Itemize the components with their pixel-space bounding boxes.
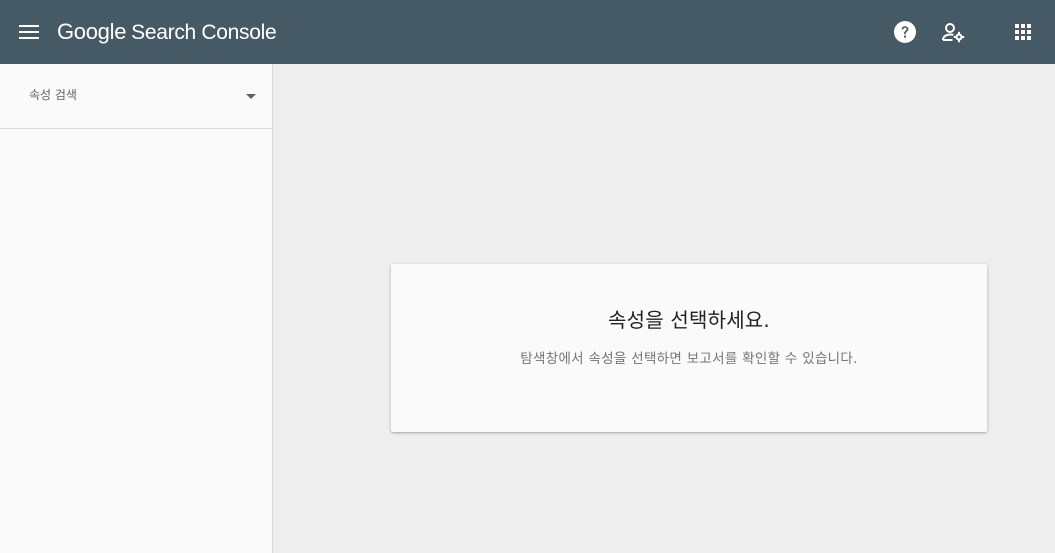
google-apps-button[interactable] xyxy=(1003,12,1043,52)
help-icon xyxy=(894,21,916,43)
admin-settings-button[interactable] xyxy=(933,12,973,52)
product-logo[interactable]: Google Search Console xyxy=(57,19,277,45)
brand-google-text: Google xyxy=(57,19,127,44)
property-search-dropdown[interactable]: 속성 검색 xyxy=(0,64,272,129)
main-content: 속성을 선택하세요. 탐색창에서 속성을 선택하면 보고서를 확인할 수 있습니… xyxy=(273,64,1055,553)
brand-product-text: Search Console xyxy=(131,21,277,44)
top-app-bar: Google Search Console xyxy=(0,0,1055,64)
card-title: 속성을 선택하세요. xyxy=(608,308,770,332)
admin-settings-icon xyxy=(942,23,965,43)
top-actions xyxy=(885,0,1055,64)
menu-icon xyxy=(19,25,39,39)
select-property-card: 속성을 선택하세요. 탐색창에서 속성을 선택하면 보고서를 확인할 수 있습니… xyxy=(391,264,987,432)
apps-grid-icon xyxy=(1015,24,1031,40)
property-search-label: 속성 검색 xyxy=(29,88,77,102)
sidebar: 속성 검색 xyxy=(0,64,273,553)
help-button[interactable] xyxy=(885,12,925,52)
card-description: 탐색창에서 속성을 선택하면 보고서를 확인할 수 있습니다. xyxy=(520,351,858,367)
dropdown-arrow-icon xyxy=(246,94,256,99)
main-menu-button[interactable] xyxy=(9,12,49,52)
